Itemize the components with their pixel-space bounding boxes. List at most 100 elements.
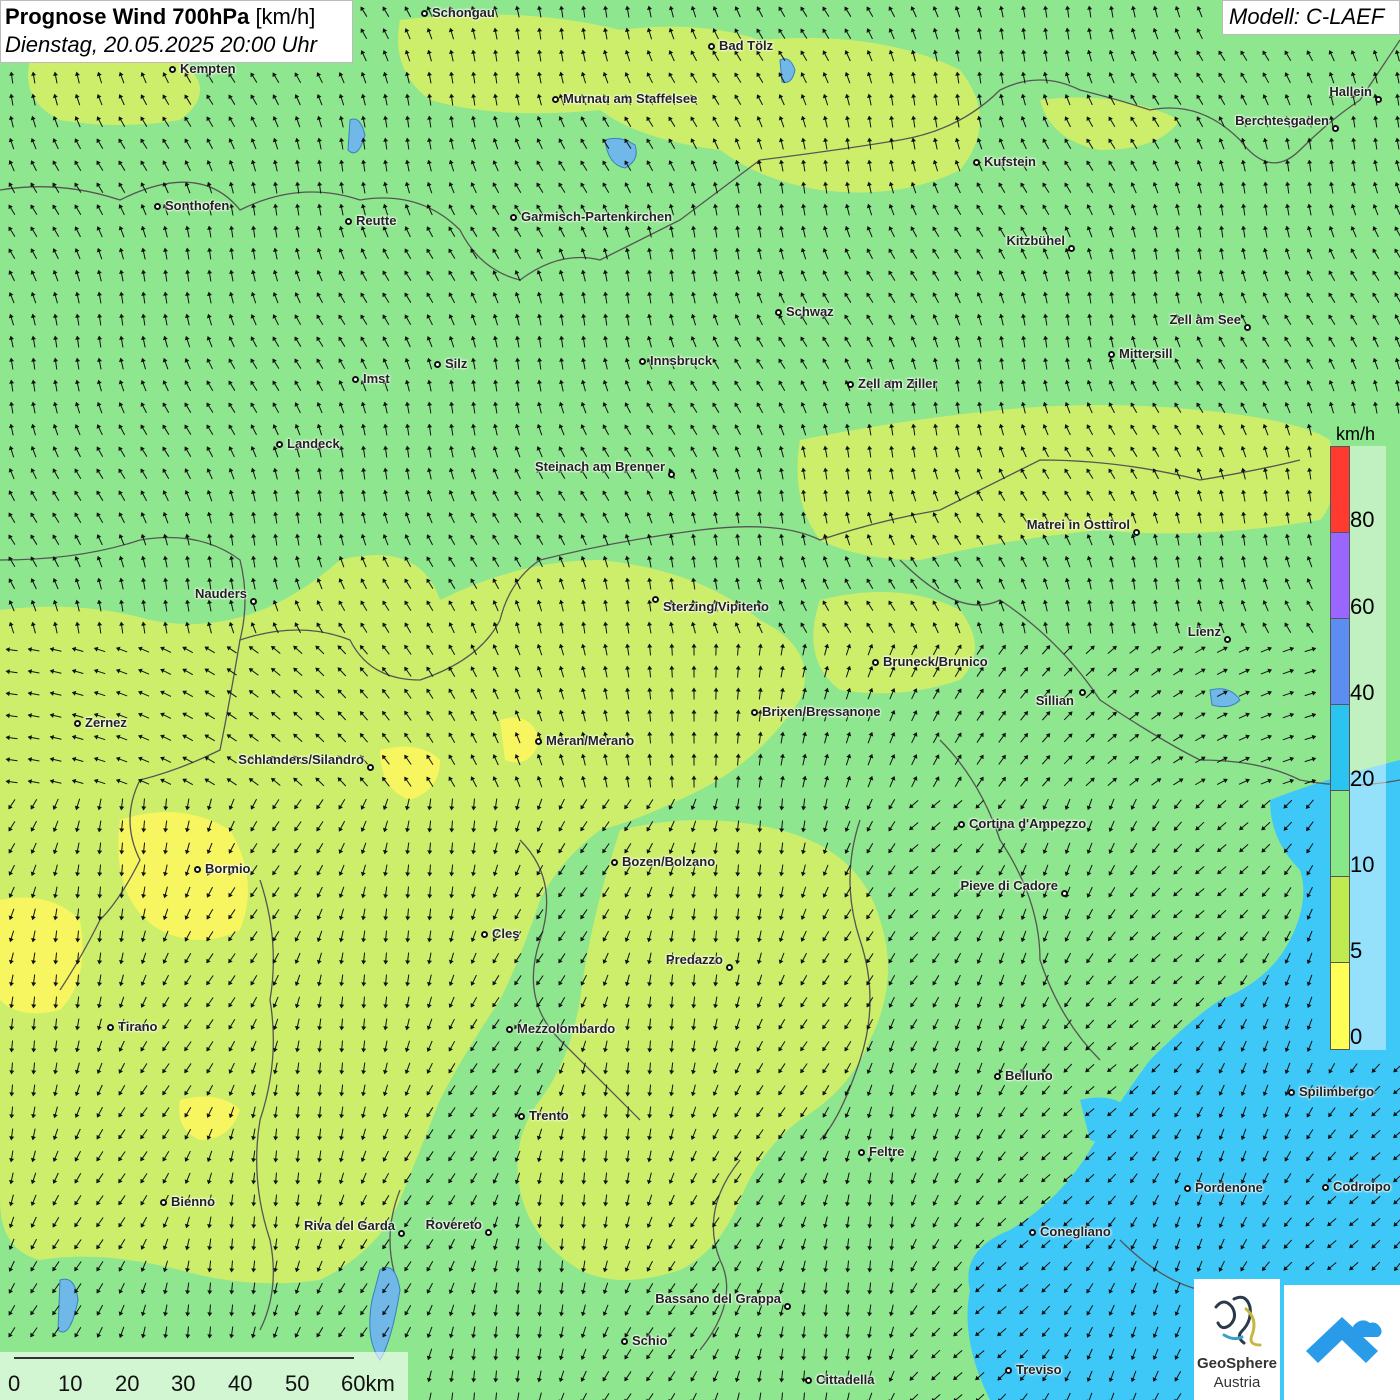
wind-arrow [908,269,919,282]
wind-arrow [358,1282,369,1295]
wind-arrow [1370,269,1381,282]
wind-arrow [513,159,523,172]
wind-arrow [51,445,60,458]
wind-arrow [424,1106,435,1119]
wind-arrow [1282,842,1294,854]
wind-arrow [1219,225,1226,238]
wind-arrow [361,445,368,458]
wind-arrow [557,423,566,436]
wind-arrow [842,1018,853,1031]
wind-arrow [229,1282,235,1294]
wind-arrow [668,1128,676,1141]
wind-arrow [602,1216,609,1229]
wind-arrow [182,996,193,1009]
wind-arrow [886,269,897,282]
wind-arrow [866,643,875,656]
wind-arrow [7,511,17,524]
wind-arrow [713,886,719,898]
wind-arrow [294,467,301,480]
wind-arrow [52,313,59,326]
wind-arrow [798,1106,809,1119]
wind-arrow [580,1062,588,1075]
wind-arrow [6,820,17,833]
wind-arrow [52,842,60,855]
wind-arrow [1349,313,1359,326]
wind-arrow [226,93,237,106]
wind-arrow [117,181,127,194]
wind-arrow [974,533,985,546]
wind-arrow [822,820,830,833]
wind-arrow [30,886,38,899]
wind-arrow [909,1128,918,1141]
wind-arrow [491,577,501,590]
wind-arrow [1328,203,1336,216]
wind-arrow [756,974,764,987]
wind-arrow [1131,269,1138,282]
wind-arrow [1062,1084,1074,1096]
wind-arrow [669,996,675,1008]
wind-arrow [647,1084,653,1096]
wind-arrow [534,489,545,502]
wind-arrow [1306,445,1313,458]
wind-arrow [865,1062,874,1075]
wind-arrow [1084,644,1096,656]
wind-arrow [601,401,610,414]
wind-arrow [358,313,369,326]
wind-arrow [1370,1106,1382,1118]
wind-arrow [207,269,214,282]
wind-arrow [843,357,853,370]
wind-arrow [602,665,609,678]
wind-arrow [953,731,963,744]
wind-arrow [1107,93,1117,106]
wind-arrow [491,555,501,568]
wind-arrow [691,709,696,721]
wind-arrow [226,379,237,392]
wind-arrow [315,599,325,612]
wind-arrow [292,820,303,833]
wind-arrow [1064,357,1071,370]
wind-arrow [270,820,281,833]
wind-arrow [690,842,698,855]
wind-arrow [690,5,698,18]
wind-arrow [907,799,919,811]
wind-arrow [932,357,940,370]
wind-arrow [427,908,433,920]
wind-arrow [889,1238,895,1250]
wind-arrow [471,379,478,392]
wind-arrow [1195,357,1205,370]
wind-arrow [271,313,281,326]
wind-arrow [909,731,919,744]
wind-arrow [427,115,434,128]
wind-arrow [402,599,413,612]
wind-arrow [1171,931,1183,943]
wind-arrow [117,71,126,84]
wind-arrow [865,225,874,238]
wind-arrow [1303,1260,1315,1272]
wind-arrow [624,555,632,568]
wind-arrow [799,93,808,106]
wind-arrow [205,115,215,128]
wind-arrow [471,842,478,855]
wind-arrow [1193,909,1205,921]
wind-arrow [998,423,1006,436]
wind-arrow [534,974,545,987]
wind-arrow [1263,181,1270,194]
wind-arrow [1062,159,1073,172]
wind-arrow [94,181,105,194]
wind-arrow [115,645,128,654]
wind-arrow [1260,842,1272,854]
wind-arrow [778,930,786,943]
wind-arrow [52,599,60,612]
wind-arrow [1018,1128,1030,1140]
wind-arrow [733,115,743,128]
wind-arrow [887,357,896,370]
wind-arrow [426,137,433,150]
wind-arrow [360,886,368,899]
wind-arrow [205,1150,214,1163]
wind-arrow [206,313,214,326]
wind-arrow [930,577,941,590]
wind-arrow [822,753,830,766]
wind-arrow [226,930,237,943]
wind-arrow [1284,445,1292,458]
wind-arrow [50,1260,61,1273]
